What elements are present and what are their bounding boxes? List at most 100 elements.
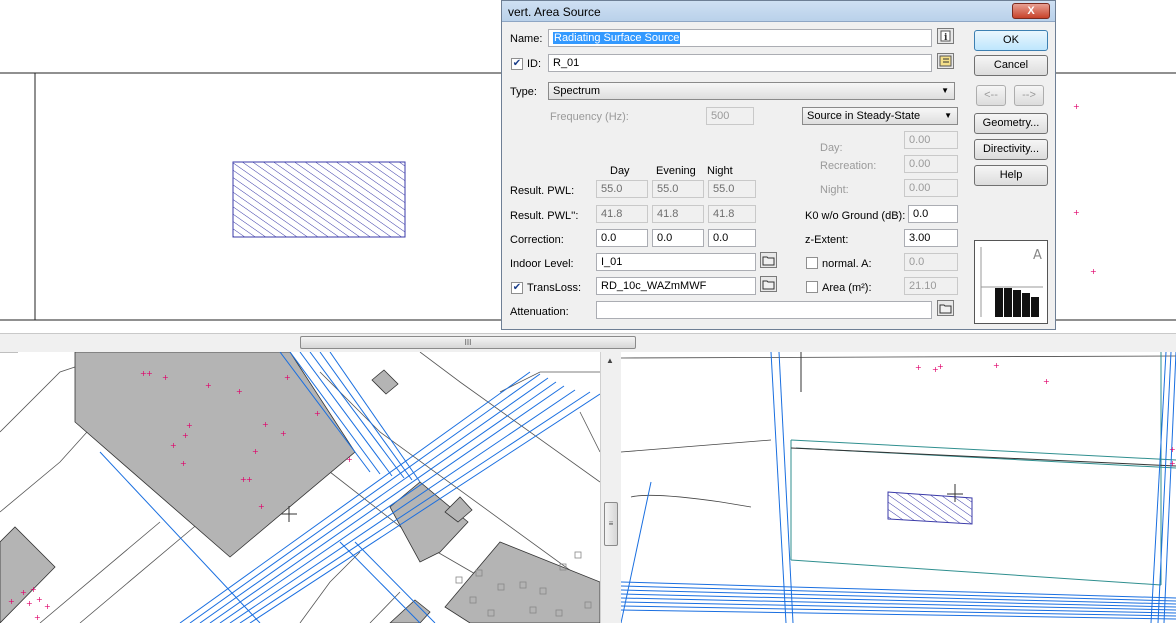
area-source-3d[interactable] (887, 491, 973, 525)
svg-text:+: + (34, 613, 41, 622)
plan-view-map[interactable]: + + + +++ +++ +++ +++ + ++ + ++ + ++ + (0, 352, 600, 623)
folder-icon[interactable] (760, 252, 777, 268)
folder-icon[interactable] (937, 300, 954, 316)
op-day-field[interactable]: 0.00 (904, 131, 958, 149)
result-pwl-evening: 55.0 (652, 180, 704, 198)
type-label: Type: (510, 86, 537, 98)
id-checkbox[interactable]: ✔ (511, 58, 523, 70)
id-field[interactable]: R_01 (548, 54, 932, 72)
correction-evening[interactable]: 0.0 (652, 229, 704, 247)
attenuation-label: Attenuation: (510, 306, 569, 318)
column-evening-header: Evening (656, 165, 696, 177)
operation-mode-select[interactable]: Source in Steady-State ▼ (802, 107, 958, 125)
vertical-scrollbar[interactable]: ▲ ≡ (600, 352, 621, 623)
svg-text:+: + (26, 599, 33, 608)
transloss-field[interactable]: RD_10c_WAZmMWF (596, 277, 756, 295)
normal-a-field[interactable]: 0.0 (904, 253, 958, 271)
area-source-elevation[interactable] (232, 161, 406, 238)
transloss-checkbox[interactable]: ✔ (511, 282, 523, 294)
z-extent-field[interactable]: 3.00 (904, 229, 958, 247)
cancel-button[interactable]: Cancel (974, 55, 1048, 76)
svg-text:+: + (915, 363, 922, 372)
svg-text:+: + (180, 459, 187, 468)
directivity-button[interactable]: Directivity... (974, 139, 1048, 160)
3d-view[interactable]: + ++ +++ + (621, 352, 1176, 623)
spectrum-bar (1031, 297, 1039, 317)
k0-field[interactable]: 0.0 (908, 205, 958, 223)
area-checkbox[interactable] (806, 281, 818, 293)
area-label: Area (m²): (822, 282, 872, 294)
scroll-up-arrow-icon[interactable]: ▲ (606, 356, 614, 365)
receiver-points: + + + (1073, 102, 1097, 276)
normal-a-label: normal. A: (822, 258, 872, 270)
name-label: Name: (510, 33, 543, 45)
horizontal-scrollbar[interactable]: III (0, 333, 1176, 353)
svg-text:+: + (993, 361, 1000, 370)
normal-a-checkbox[interactable] (806, 257, 818, 269)
spectrum-bar (995, 288, 1003, 317)
frequency-label: Frequency (Hz): (550, 111, 629, 123)
svg-text:+: + (937, 362, 944, 371)
column-night-header: Night (707, 165, 733, 177)
svg-text:+: + (246, 475, 253, 484)
svg-text:+: + (44, 602, 51, 611)
op-night-field[interactable]: 0.00 (904, 179, 958, 197)
svg-text:+: + (280, 429, 287, 438)
area-field[interactable]: 21.10 (904, 277, 958, 295)
svg-text:i: i (944, 33, 948, 43)
svg-text:+: + (8, 597, 15, 606)
id-generator-icon[interactable] (937, 53, 954, 69)
spectrum-preview[interactable]: A (974, 240, 1048, 324)
svg-text:+: + (1073, 102, 1080, 111)
result-pwl2-evening: 41.8 (652, 205, 704, 223)
svg-text:+: + (20, 588, 27, 597)
horizontal-scroll-thumb[interactable]: III (300, 336, 636, 349)
spectrum-bar (1022, 293, 1030, 317)
vertical-scroll-thumb[interactable]: ≡ (604, 502, 618, 546)
help-button[interactable]: Help (974, 165, 1048, 186)
correction-night[interactable]: 0.0 (708, 229, 756, 247)
svg-text:+: + (36, 595, 43, 604)
svg-text:+: + (170, 441, 177, 450)
id-label: ID: (527, 58, 542, 70)
type-select[interactable]: Spectrum ▼ (548, 82, 955, 100)
result-pwl-label: Result. PWL: (510, 185, 575, 197)
svg-text:+: + (205, 381, 212, 390)
next-button[interactable]: --> (1014, 85, 1044, 106)
result-pwl-night: 55.0 (708, 180, 756, 198)
op-recreation-field[interactable]: 0.00 (904, 155, 958, 173)
chevron-down-icon: ▼ (944, 111, 952, 120)
svg-text:+: + (30, 585, 37, 594)
svg-text:+: + (1073, 208, 1080, 217)
name-field[interactable]: Radiating Surface Source (548, 29, 932, 47)
correction-label: Correction: (510, 234, 564, 246)
transloss-label: TransLoss: (527, 282, 582, 294)
indoor-level-label: Indoor Level: (510, 258, 574, 270)
op-day-label: Day: (820, 142, 843, 154)
result-pwl-day: 55.0 (596, 180, 648, 198)
result-pwl2-night: 41.8 (708, 205, 756, 223)
correction-day[interactable]: 0.0 (596, 229, 648, 247)
op-night-label: Night: (820, 184, 849, 196)
info-icon[interactable]: i (937, 28, 954, 44)
spectrum-bar (1013, 290, 1021, 317)
geometry-button[interactable]: Geometry... (974, 113, 1048, 134)
svg-text:+: + (146, 369, 153, 378)
svg-text:+: + (314, 409, 321, 418)
svg-text:+: + (1043, 377, 1050, 386)
title-bar[interactable]: vert. Area Source X (502, 1, 1055, 22)
frequency-field[interactable]: 500 (706, 107, 754, 125)
svg-text:+: + (1169, 459, 1176, 468)
area-source-dialog: vert. Area Source X Name: Radiating Surf… (501, 0, 1056, 330)
ok-button[interactable]: OK (974, 30, 1048, 51)
k0-label: K0 w/o Ground (dB): (805, 210, 906, 222)
previous-button[interactable]: <-- (976, 85, 1006, 106)
spectrum-bar (1004, 288, 1012, 317)
close-button[interactable]: X (1012, 3, 1050, 19)
svg-text:+: + (252, 447, 259, 456)
attenuation-field[interactable] (596, 301, 932, 319)
weighting-label: A (1033, 248, 1042, 263)
svg-text:+: + (1169, 445, 1176, 454)
indoor-level-field[interactable]: I_01 (596, 253, 756, 271)
folder-icon[interactable] (760, 276, 777, 292)
